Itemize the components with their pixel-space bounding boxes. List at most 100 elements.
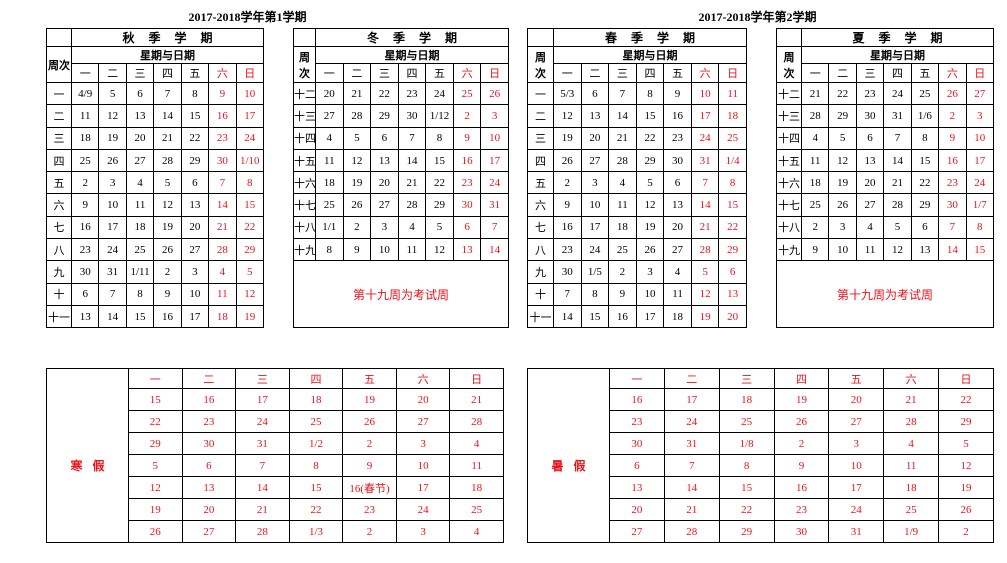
vacation-date-cell: 29 <box>938 410 994 433</box>
date-cell: 11 <box>397 238 427 262</box>
vacation-table-2: 一二三四五六日暑假 16 17 18 19 20 21 22 23 24 25 26 27 28 29 30 3… <box>527 368 994 543</box>
date-cell: 21 <box>342 81 372 106</box>
date-cell: 27 <box>370 193 399 217</box>
week-number: 十九 <box>776 238 802 262</box>
date-cell: 14 <box>938 238 967 262</box>
date-cell: 8 <box>910 126 940 150</box>
date-cell: 11 <box>855 238 885 262</box>
week-number: 四 <box>46 148 72 173</box>
date-cell: 24 <box>883 81 912 106</box>
date-cell: 8 <box>425 126 454 150</box>
date-cell: 28 <box>800 104 830 128</box>
date-cell: 1/11 <box>125 260 155 284</box>
date-cell: 21 <box>397 171 427 195</box>
date-cell: 23 <box>938 171 967 195</box>
day-header: 五 <box>910 63 940 83</box>
date-cell: 12 <box>425 238 454 262</box>
day-header: 日 <box>235 63 264 83</box>
date-cell: 28 <box>690 238 720 262</box>
vacation-date-cell: 20 <box>395 388 450 411</box>
date-cell: 29 <box>235 238 264 262</box>
date-cell: 30 <box>855 104 885 128</box>
vacation-date-cell: 6 <box>609 454 665 477</box>
day-header: 二 <box>663 368 720 389</box>
vacation-date-cell: 30 <box>773 520 829 543</box>
vacation-date-cell: 17 <box>235 388 290 411</box>
date-cell: 5 <box>425 215 454 240</box>
date-cell: 31 <box>883 104 912 128</box>
date-cell: 1/6 <box>910 104 940 128</box>
date-cell: 19 <box>690 304 720 329</box>
week-row: 十九 9 10 11 12 13 14 15 <box>776 238 994 262</box>
week-row: 十五 11 12 13 14 15 16 17 <box>293 148 509 173</box>
date-cell: 27 <box>855 193 885 217</box>
date-cell: 24 <box>480 171 509 195</box>
date-cell: 20 <box>718 304 747 329</box>
vacation-date-cell: 26 <box>773 410 829 433</box>
date-cell: 14 <box>480 238 509 262</box>
date-cell: 7 <box>480 215 509 240</box>
date-cell: 22 <box>910 171 940 195</box>
week-row: 十 6 7 8 9 10 11 12 <box>46 282 264 306</box>
vacation-label-blank <box>47 369 129 389</box>
vacation-date-cell: 12 <box>938 454 994 477</box>
date-cell: 28 <box>608 148 637 173</box>
date-cell: 20 <box>370 171 399 195</box>
vacation-label-blank <box>528 369 610 389</box>
date-cell: 31 <box>480 193 509 217</box>
term-table-1: 秋季学期 周次 星期与日期一二三四五六日一 4/9 5 6 7 8 9 10 二 11 12 13 14 15… <box>46 28 264 329</box>
vacation-date-cell: 12 <box>128 476 183 499</box>
date-cell: 2 <box>608 260 637 284</box>
date-cell: 9 <box>663 81 692 106</box>
date-cell: 12 <box>828 148 857 173</box>
date-cell: 26 <box>553 148 582 173</box>
date-cell: 2 <box>342 215 372 240</box>
week-column-header-line1: 周 <box>299 51 310 64</box>
date-cell: 25 <box>125 238 155 262</box>
date-cell: 20 <box>315 81 344 106</box>
week-column-header-line2: 次 <box>783 67 795 80</box>
week-row: 十八 2 3 4 5 6 7 8 <box>776 215 994 240</box>
date-cell: 26 <box>342 193 372 217</box>
date-cell: 8 <box>180 81 210 106</box>
date-cell: 5 <box>828 126 857 150</box>
day-header: 一 <box>128 368 183 389</box>
date-cell: 8 <box>635 81 665 106</box>
date-cell: 16 <box>608 304 637 329</box>
date-cell: 15 <box>910 148 940 173</box>
vacation-date-cell: 5 <box>128 454 183 477</box>
date-cell: 28 <box>342 104 372 128</box>
date-cell: 4 <box>855 215 885 240</box>
vacation-date-cell: 1/9 <box>883 520 939 543</box>
vacation-date-cell: 21 <box>449 388 504 411</box>
vacation-date-cell: 17 <box>663 388 720 411</box>
vacation-date-cell: 6 <box>181 454 236 477</box>
day-header: 四 <box>288 368 343 389</box>
vacation-date-cell: 28 <box>663 520 720 543</box>
date-cell: 27 <box>125 148 155 173</box>
date-cell: 18 <box>125 215 155 240</box>
day-header: 日 <box>718 63 747 83</box>
date-cell: 13 <box>663 193 692 217</box>
vacation-date-cell: 13 <box>609 476 665 499</box>
date-cell: 7 <box>690 171 720 195</box>
vacation-date-cell: 24 <box>235 410 290 433</box>
date-cell: 25 <box>718 126 747 150</box>
date-cell: 2 <box>800 215 830 240</box>
date-cell: 10 <box>180 282 210 306</box>
vacation-date-cell: 3 <box>395 432 450 455</box>
date-cell: 11 <box>125 193 155 217</box>
vacation-date-cell: 16(春节) <box>342 476 397 499</box>
week-row: 十五 11 12 13 14 15 16 17 <box>776 148 994 173</box>
date-cell: 4 <box>800 126 830 150</box>
date-cell: 25 <box>608 238 637 262</box>
date-cell: 17 <box>635 304 665 329</box>
week-number: 二 <box>46 104 72 128</box>
weekday-date-header: 星期与日期 <box>801 46 994 64</box>
date-cell: 11 <box>800 148 830 173</box>
week-number: 十 <box>527 282 554 306</box>
date-cell: 22 <box>635 126 665 150</box>
date-cell: 1/12 <box>425 104 454 128</box>
day-header: 一 <box>315 63 344 83</box>
date-cell: 14 <box>608 104 637 128</box>
